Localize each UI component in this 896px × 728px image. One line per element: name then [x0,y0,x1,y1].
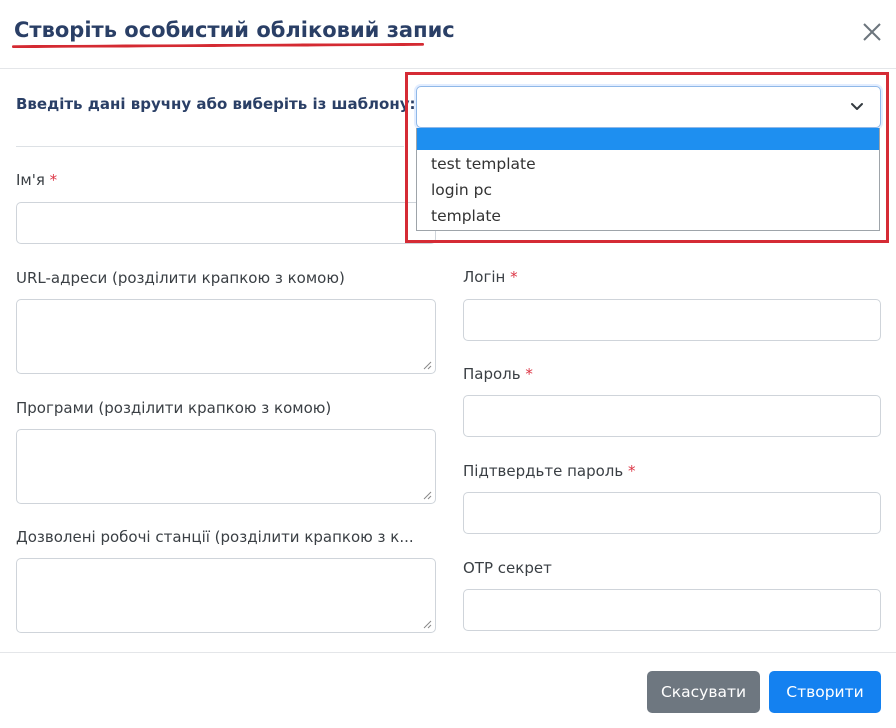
urls-textarea[interactable] [16,299,436,374]
otp-secret-input[interactable] [463,589,881,631]
confirm-password-label: Підтвердьте пароль * [463,462,636,480]
password-label: Пароль * [463,365,533,383]
annotation-highlight-box [405,72,889,243]
required-mark: * [628,462,636,480]
required-mark: * [49,171,58,189]
title-annotation-underline [11,42,425,49]
cancel-button[interactable]: Скасувати [647,671,760,713]
login-label: Логін * [463,268,518,286]
resize-grip-icon[interactable] [422,619,432,629]
workstations-label: Дозволені робочі станції (розділити крап… [16,528,414,546]
template-label: Введіть дані вручну або виберіть із шабл… [16,95,416,113]
required-mark: * [525,365,533,383]
name-label: Ім'я * [16,171,58,189]
apps-textarea[interactable] [16,429,436,504]
login-input[interactable] [463,299,881,341]
resize-grip-icon[interactable] [422,490,432,500]
close-icon [863,23,881,41]
required-mark: * [510,268,518,286]
otp-label: OTP секрет [463,559,552,577]
close-button[interactable] [858,18,886,46]
modal-title: Створіть особистий обліковий запис [14,18,455,42]
resize-grip-icon[interactable] [422,360,432,370]
urls-label: URL-адреси (розділити крапкою з комою) [16,269,345,287]
footer-divider [0,652,896,653]
confirm-password-input[interactable] [463,492,881,534]
password-input[interactable] [463,395,881,437]
template-divider [16,146,404,147]
name-input[interactable] [16,202,436,244]
header-divider [0,68,896,69]
create-button[interactable]: Створити [769,671,881,713]
workstations-textarea[interactable] [16,558,436,633]
apps-label: Програми (розділити крапкою з комою) [16,399,332,417]
